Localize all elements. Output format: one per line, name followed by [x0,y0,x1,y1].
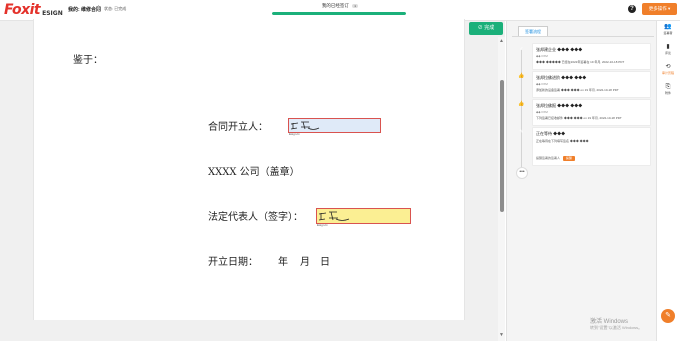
comment-icon: ▮ [666,44,670,50]
divider [512,36,654,37]
doc-text-issue-date: 开立日期： [208,257,258,268]
more-actions-label: 更多操作 [648,6,667,11]
signature-field-legal-rep[interactable] [316,208,411,224]
doc-text-month: 月 [300,257,310,268]
logo-wordmark: Foxit [4,2,41,18]
thumbs-up-icon: 👍 [518,73,525,79]
attachment-icon: ⎘ [665,84,671,90]
signing-progress-bar [272,12,406,15]
check-circle-icon: ⊘ [477,25,483,31]
sidenav-item-signers[interactable]: 👥 签署者 [657,24,679,35]
doc-text-issuer: 合同开立人： [208,122,268,133]
doc-text-whereas: 鉴于： [73,55,103,66]
logo-product: ESIGN [42,10,63,17]
windows-activation-title: 激活 Windows [590,319,629,325]
timeline-item-title: 张邦拉佛报 ◆◆◆ ◆◆◆ [536,103,583,108]
scrollbar-thumb[interactable] [500,80,504,212]
progress-label: 我的已经签订 [321,3,349,8]
doc-text-year: 年 [278,257,288,268]
progress-fill [272,12,406,15]
sidenav-item-comments[interactable]: ▮ 评论 [657,44,679,55]
thumbs-up-icon: 👍 [518,101,525,107]
signature-scribble [318,211,350,221]
timeline-item-desc: 正在等待在下列填写签名 ◆◆◆ ◆◆◆ [536,139,589,143]
timeline-item-desc: 下列签署已接收邮件 ◆◆◆ ◆◆◆ on 19 年月, 2022-10-18 P… [536,116,622,120]
signature-scribble [290,121,320,130]
chat-icon[interactable]: ✎ [661,309,675,323]
document-title: 我的: 维修合同 [68,7,102,13]
timeline-item-sub: ◆◆ FXM [536,110,548,114]
timeline-item-desc: 添加新的设备签署 ◆◆◆ ◆◆◆ on 19 年月, 2022-10-18 PD… [536,88,619,92]
progress-count-badge: 1 [352,3,359,8]
remind-button[interactable]: 提醒 [562,156,575,161]
timeline-item-desc: ◆◆◆ ◆◆◆◆◆ 已经在2022年签署在 19 年月, 2022-10-18 … [536,60,625,64]
timeline-item-title: 张邦拉佛进阶 ◆◆◆ ◆◆◆ [536,75,587,80]
question-icon[interactable]: ? [628,5,636,13]
sidenav-label: 附件 [664,91,671,95]
check-icon: ✓ [519,46,524,52]
signature-caption: Esign.fx [289,132,300,136]
scroll-down-arrow-icon[interactable]: ▼ [499,332,504,338]
timeline-item: 正在等待 ◆◆◆ 正在等待在下列填写签名 ◆◆◆ ◆◆◆ 提醒签署的签署人 提醒 [532,127,651,166]
users-icon: 👥 [664,24,672,30]
remind-row: 提醒签署的签署人 提醒 [536,156,575,161]
complete-button[interactable]: ⊘ 完成 [469,22,503,35]
timeline-item-title: 张邦建企业 ◆◆◆ ◆◆◆ [536,47,583,52]
doc-text-day: 日 [320,257,330,268]
sidenav-item-audit-history[interactable]: ⟲ 审计历程 [657,64,679,75]
timeline-connector [521,50,522,172]
timeline-item-sub: ◆◆ FXM [536,54,548,58]
sidenav-label: 审计历程 [661,71,674,75]
signature-field-issuer[interactable] [288,118,381,133]
timeline-item-title: 正在等待 ◆◆◆ [536,131,566,136]
timeline-item-sub: ◆◆ FXM [536,82,548,86]
foxit-esign-logo[interactable]: Foxit ESIGN [4,2,63,18]
sidenav-label: 签署者 [663,31,673,35]
doc-text-company-seal: XXXX 公司（盖章） [208,167,300,178]
windows-activation-sub: 转到"设置"以激活 Windows。 [590,325,643,330]
signature-caption: Esign.fx [317,223,328,227]
top-bar: Foxit ESIGN 我的: 维修合同 状态: 已完成 我的已经签订 1 ? … [0,0,680,21]
remind-text: 提醒签署的签署人 [536,156,561,160]
more-actions-button[interactable]: 更多操作 ▾ [642,3,677,15]
timeline-item: 张邦拉佛报 ◆◆◆ ◆◆◆ ◆◆ FXM 下列签署已接收邮件 ◆◆◆ ◆◆◆ o… [532,99,651,126]
timeline-item: 张邦拉佛进阶 ◆◆◆ ◆◆◆ ◆◆ FXM 添加新的设备签署 ◆◆◆ ◆◆◆ o… [532,71,651,98]
sidenav-item-attachments[interactable]: ⎘ 附件 [657,84,679,95]
document-status: 状态: 已完成 [104,6,127,11]
pencil-icon: ✎ [519,129,524,135]
sidenav-label: 评论 [664,51,671,55]
scroll-up-arrow-icon[interactable]: ▲ [499,38,504,44]
doc-text-legal-rep: 法定代表人（签字）： [208,212,303,223]
progress-label-wrap: 我的已经签订 1 [275,3,405,9]
history-icon: ⟲ [665,64,671,70]
complete-label: 完成 [484,25,495,31]
more-history-button[interactable]: ••• [516,167,528,179]
timeline-item: 张邦建企业 ◆◆◆ ◆◆◆ ◆◆ FXM ◆◆◆ ◆◆◆◆◆ 已经在2022年签… [532,43,651,70]
divider [98,5,99,12]
